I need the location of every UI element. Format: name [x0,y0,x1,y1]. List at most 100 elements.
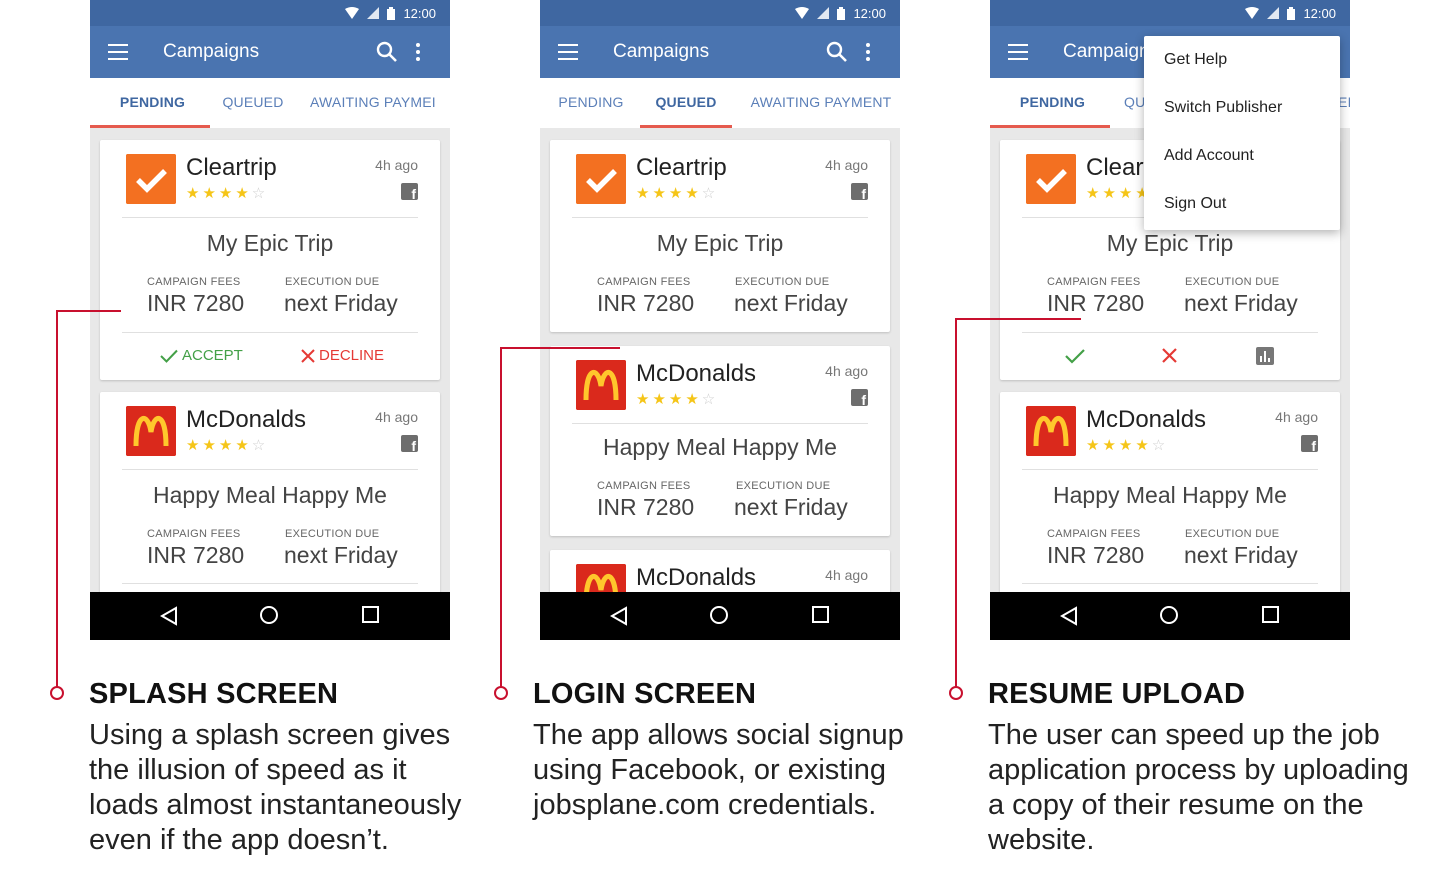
tab-awaiting-payment[interactable]: AWAITING PAYMEI [310,78,450,128]
connector-dot [949,686,963,700]
due-value: next Friday [1184,542,1298,568]
caption-line: website. [988,824,1095,856]
caption-line: jobsplane.com credentials. [533,789,877,821]
divider [122,332,418,333]
connector-line [500,347,620,349]
hamburger-menu-icon[interactable] [108,44,128,60]
status-bar: 12:00 [90,0,450,26]
divider [1022,332,1318,333]
due-value: next Friday [284,290,398,316]
divider [122,217,418,218]
connector-line [56,310,121,312]
campaign-name: My Epic Trip [656,230,784,256]
campaign-card-cleartrip[interactable]: Cleartrip ★★★★☆ 4h ago My Epic Trip CAMP… [100,140,440,380]
recents-icon[interactable] [362,606,379,623]
more-vert-icon[interactable] [866,43,870,61]
home-icon[interactable] [1160,606,1178,624]
campaign-card-cleartrip[interactable]: Cleartrip ★★★★☆ 4h ago My Epic Trip CAMP… [550,140,890,332]
phone-queued: 12:00 Campaigns PENDING QUEUED AWAITING … [540,0,900,640]
divider [122,583,418,584]
star-rating: ★★★★☆ [636,391,719,408]
overflow-menu: Get Help Switch Publisher Add Account Si… [1144,36,1340,230]
connector-dot [494,686,508,700]
star-rating: ★★★★☆ [186,185,269,202]
cleartrip-logo [126,154,176,204]
tab-queued[interactable]: QUEUED [215,78,291,128]
campaign-name: Happy Meal Happy Me [603,434,837,460]
back-icon[interactable] [160,606,178,626]
connector-line [955,318,957,688]
facebook-icon [851,389,868,408]
search-icon[interactable] [376,41,398,63]
campaign-name: Happy Meal Happy Me [1053,482,1287,508]
back-icon[interactable] [610,606,628,626]
wifi-icon [345,7,360,19]
decline-button[interactable]: DECLINE [301,347,384,364]
caption-body-login: The app allows social signup using Faceb… [533,718,904,823]
posted-time: 4h ago [375,157,418,173]
fees-label: CAMPAIGN FEES [597,480,691,492]
star-rating: ★★★★☆ [186,437,269,454]
star-rating: ★★★★☆ [1086,437,1169,454]
menu-item-get-help[interactable]: Get Help [1144,36,1340,84]
accept-button[interactable]: ACCEPT [160,347,243,364]
close-icon [301,348,315,363]
signal-icon [367,7,380,19]
menu-item-switch-publisher[interactable]: Switch Publisher [1144,84,1340,132]
signal-icon [1267,7,1280,19]
fees-label: CAMPAIGN FEES [1047,528,1141,540]
caption-line: the illusion of speed as it [89,754,407,786]
due-label: EXECUTION DUE [736,480,831,492]
menu-item-sign-out[interactable]: Sign Out [1144,180,1340,228]
fees-value: INR 7280 [597,494,695,520]
app-bar: Campaigns [90,26,450,78]
due-label: EXECUTION DUE [285,276,380,288]
connector-line [955,318,1081,320]
tab-awaiting-payment[interactable]: AWAITING PAYMENT [740,78,900,128]
divider [1022,583,1318,584]
due-value: next Friday [284,542,398,568]
caption-title-login: LOGIN SCREEN [533,678,757,710]
fees-label: CAMPAIGN FEES [147,276,241,288]
check-icon[interactable] [1065,348,1085,364]
tab-queued[interactable]: QUEUED [642,78,730,128]
home-icon[interactable] [710,606,728,624]
tab-pending[interactable]: PENDING [990,78,1115,128]
caption-title-resume: RESUME UPLOAD [988,678,1246,710]
signal-icon [817,7,830,19]
decline-label: DECLINE [319,347,385,364]
app-bar: Campaigns [540,26,900,78]
check-icon [160,349,178,363]
caption-line: using Facebook, or existing [533,754,887,786]
fees-value: INR 7280 [147,542,245,568]
caption-line: a copy of their resume on the [988,789,1364,821]
connector-dot [50,686,64,700]
divider [572,423,868,424]
campaign-card-mcdonalds[interactable]: McDonalds ★★★★☆ 4h ago Happy Meal Happy … [1000,392,1340,592]
campaign-card-mcdonalds[interactable]: McDonalds ★★★★☆ 4h ago Happy Meal Happy … [550,346,890,536]
star-rating: ★★★★☆ [636,185,719,202]
cleartrip-logo [576,154,626,204]
bar-chart-icon[interactable] [1256,347,1274,365]
back-icon[interactable] [1060,606,1078,626]
divider [122,469,418,470]
more-vert-icon[interactable] [416,43,420,61]
campaign-card-mcdonalds[interactable]: McDonalds 4h ago [550,550,890,592]
hamburger-menu-icon[interactable] [558,44,578,60]
campaign-card-mcdonalds[interactable]: McDonalds ★★★★☆ 4h ago Happy Meal Happy … [100,392,440,592]
campaign-name: My Epic Trip [206,230,334,256]
tab-pending[interactable]: PENDING [90,78,215,128]
menu-item-add-account[interactable]: Add Account [1144,132,1340,180]
recents-icon[interactable] [1262,606,1279,623]
brand-name: McDonalds [186,406,307,433]
recents-icon[interactable] [812,606,829,623]
brand-name: McDonalds [1086,406,1207,433]
fees-label: CAMPAIGN FEES [1047,276,1141,288]
due-label: EXECUTION DUE [735,276,830,288]
hamburger-menu-icon[interactable] [1008,44,1028,60]
search-icon[interactable] [826,41,848,63]
nav-bar [990,592,1350,640]
tab-pending[interactable]: PENDING [548,78,634,128]
home-icon[interactable] [260,606,278,624]
close-icon[interactable] [1162,348,1177,363]
